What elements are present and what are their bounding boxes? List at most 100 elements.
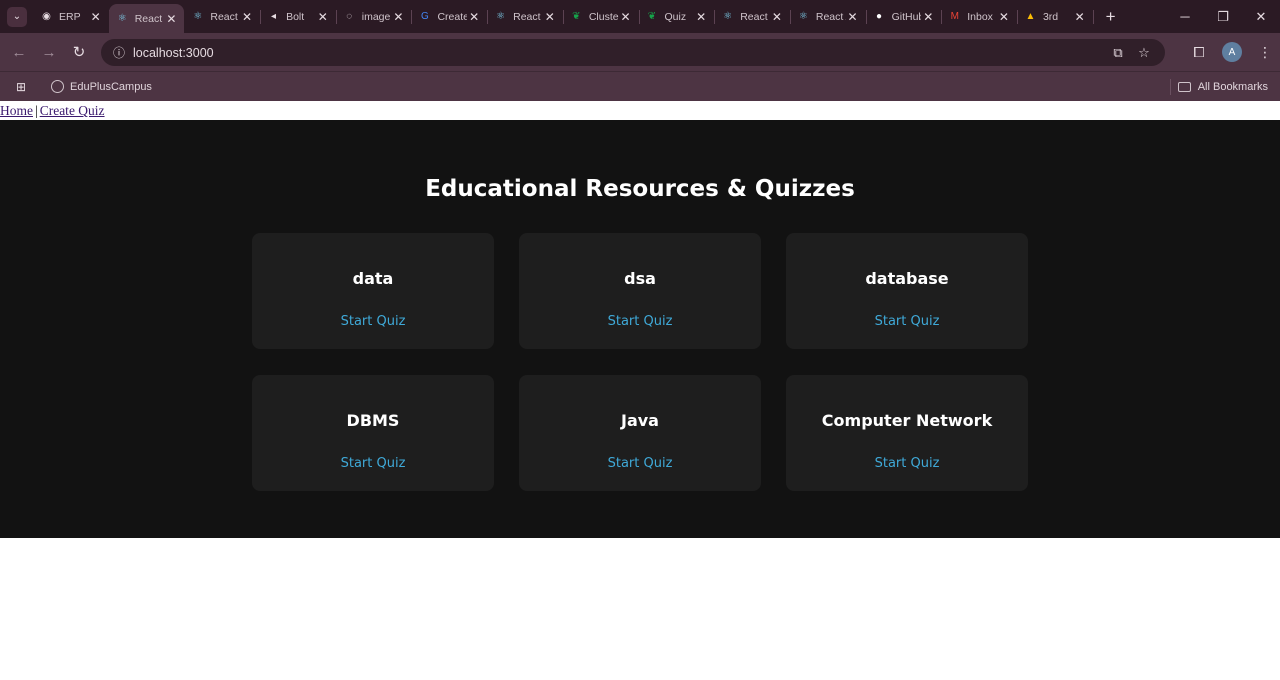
close-tab-icon[interactable]: ✕: [921, 10, 935, 24]
close-tab-icon[interactable]: ✕: [391, 10, 405, 24]
browser-tab[interactable]: ⚛ React App✕: [108, 4, 185, 33]
tab-title: image: [361, 10, 391, 23]
browser-tab[interactable]: ◂ Bolt ✕: [260, 0, 337, 33]
web-page: Home | Create Quiz Educational Resources &…: [0, 101, 1280, 680]
tabs: ◉ERP✕⚛React App✕⚛React App✕◂Bolt✕◌image✕…: [33, 0, 1094, 33]
react-icon: ⚛: [496, 11, 506, 22]
tab-title: Create: [437, 10, 468, 23]
reload-button[interactable]: ↻: [65, 38, 93, 66]
browser-tab[interactable]: ● GitHub ✕: [866, 0, 943, 33]
browser-tab[interactable]: ❦ Cluster✕: [563, 0, 640, 33]
page-title: Educational Resources & Quizzes: [425, 176, 855, 202]
quiz-card: data Start Quiz: [252, 233, 494, 349]
close-tab-icon[interactable]: ✕: [240, 10, 254, 24]
bookmark-star-icon[interactable]: ☆: [1131, 45, 1157, 61]
tab-title: React App: [513, 10, 543, 23]
erp-icon: ◉: [42, 11, 51, 22]
mongodb-icon: ❦: [572, 11, 581, 22]
tab-title: 3rd: [1042, 10, 1059, 23]
forward-button[interactable]: →: [35, 38, 63, 66]
close-tab-icon[interactable]: ✕: [467, 10, 481, 24]
quiz-name: DBMS: [346, 411, 400, 430]
all-bookmarks-label: All Bookmarks: [1197, 81, 1268, 93]
profile-avatar[interactable]: A: [1222, 42, 1242, 62]
bookmarks-divider: [1170, 79, 1171, 95]
bookmarks-bar: ⊞ EduPlusCampus All Bookmarks: [0, 71, 1280, 101]
browser-tab[interactable]: G Create ✕: [411, 0, 489, 33]
tab-title: Cluster: [588, 10, 619, 23]
address-url[interactable]: localhost:3000: [133, 46, 214, 60]
start-quiz-link[interactable]: Start Quiz: [875, 456, 940, 471]
bookmark-eduplus[interactable]: EduPlusCampus: [51, 80, 152, 93]
browser-tab[interactable]: ⚛ React App✕: [487, 0, 564, 33]
tab-separator: [1092, 10, 1094, 24]
drive-icon: ▲: [1025, 11, 1036, 22]
quiz-section: Educational Resources & Quizzes data Star…: [0, 120, 1280, 538]
extensions-icon[interactable]: ⧠: [1184, 44, 1214, 61]
globe-icon: [51, 80, 64, 93]
window-controls: ─ ❐ ✕: [1166, 0, 1280, 33]
tab-search-button[interactable]: ⌄: [7, 6, 27, 27]
close-tab-icon[interactable]: ✕: [997, 10, 1011, 24]
browser-tab[interactable]: ⚛ React App✕: [184, 0, 262, 33]
quiz-card: Computer Network Start Quiz: [786, 375, 1028, 491]
quiz-name: dsa: [624, 269, 656, 288]
install-app-icon[interactable]: ⧉: [1105, 45, 1131, 61]
quiz-card: Java Start Quiz: [519, 375, 761, 491]
start-quiz-link[interactable]: Start Quiz: [608, 314, 673, 329]
quiz-card: database Start Quiz: [786, 233, 1028, 349]
start-quiz-link[interactable]: Start Quiz: [608, 456, 673, 471]
create-quiz-link[interactable]: Create Quiz: [40, 103, 105, 118]
tab-strip: ⌄ ◉ERP✕⚛React App✕⚛React App✕◂Bolt✕◌imag…: [0, 0, 1280, 33]
tab-title: React App: [740, 10, 770, 23]
gmail-icon: M: [950, 11, 959, 22]
restore-button[interactable]: ❐: [1204, 0, 1242, 33]
all-bookmarks-button[interactable]: All Bookmarks: [1177, 72, 1268, 102]
chevron-down-icon: ⌄: [12, 11, 22, 22]
close-tab-icon[interactable]: ✕: [1073, 10, 1087, 24]
browser-tab[interactable]: ▲ 3rd ✕: [1017, 0, 1094, 33]
close-window-button[interactable]: ✕: [1242, 0, 1280, 33]
bolt-icon: ◂: [271, 11, 277, 22]
mongodb-icon: ❦: [647, 11, 657, 22]
site-info-icon[interactable]: ⓘ: [107, 44, 131, 61]
top-nav: Home | Create Quiz: [0, 101, 1280, 120]
close-tab-icon[interactable]: ✕: [89, 10, 103, 24]
github-icon: ●: [876, 11, 883, 22]
browser-tab[interactable]: ◉ ERP ✕: [33, 0, 110, 33]
close-tab-icon[interactable]: ✕: [543, 10, 557, 24]
back-button[interactable]: ←: [5, 38, 33, 66]
close-tab-icon[interactable]: ✕: [770, 10, 784, 24]
minimize-button[interactable]: ─: [1166, 0, 1204, 33]
menu-icon[interactable]: ⋮: [1250, 44, 1280, 61]
apps-grid-icon[interactable]: ⊞: [11, 77, 31, 97]
close-tab-icon[interactable]: ✕: [846, 10, 860, 24]
tab-title: React App: [134, 12, 165, 25]
close-tab-icon[interactable]: ✕: [619, 10, 633, 24]
address-bar[interactable]: ⓘ localhost:3000 ⧉ ☆: [101, 39, 1165, 66]
browser-tab[interactable]: M Inbox ✕: [941, 0, 1018, 33]
close-tab-icon[interactable]: ✕: [694, 10, 708, 24]
start-quiz-link[interactable]: Start Quiz: [341, 456, 406, 471]
browser-tab[interactable]: ◌ image ✕: [336, 0, 413, 33]
nav-separator: |: [35, 103, 38, 118]
browser-tab[interactable]: ⚛ React App✕: [790, 0, 867, 33]
react-icon: ⚛: [193, 11, 203, 22]
start-quiz-link[interactable]: Start Quiz: [341, 314, 406, 329]
react-icon: ⚛: [723, 11, 733, 22]
close-tab-icon[interactable]: ✕: [164, 12, 178, 26]
tab-title: Bolt: [286, 10, 305, 23]
close-tab-icon[interactable]: ✕: [316, 10, 330, 24]
google-icon: G: [421, 11, 429, 22]
new-tab-button[interactable]: +: [1099, 5, 1123, 29]
start-quiz-link[interactable]: Start Quiz: [875, 314, 940, 329]
tab-title: React App: [210, 10, 240, 23]
browser-tab[interactable]: ⚛ React App✕: [714, 0, 791, 33]
tab-title: Quiz: [664, 10, 687, 23]
home-link[interactable]: Home: [0, 103, 33, 118]
browser-toolbar: ← → ↻ ⓘ localhost:3000 ⧉ ☆ ⧠ A ⋮: [0, 33, 1280, 71]
quiz-name: database: [865, 269, 949, 288]
browser-tab[interactable]: ❦ Quiz ✕: [639, 0, 716, 33]
quiz-name: data: [352, 269, 394, 288]
plus-icon: +: [1105, 6, 1116, 26]
